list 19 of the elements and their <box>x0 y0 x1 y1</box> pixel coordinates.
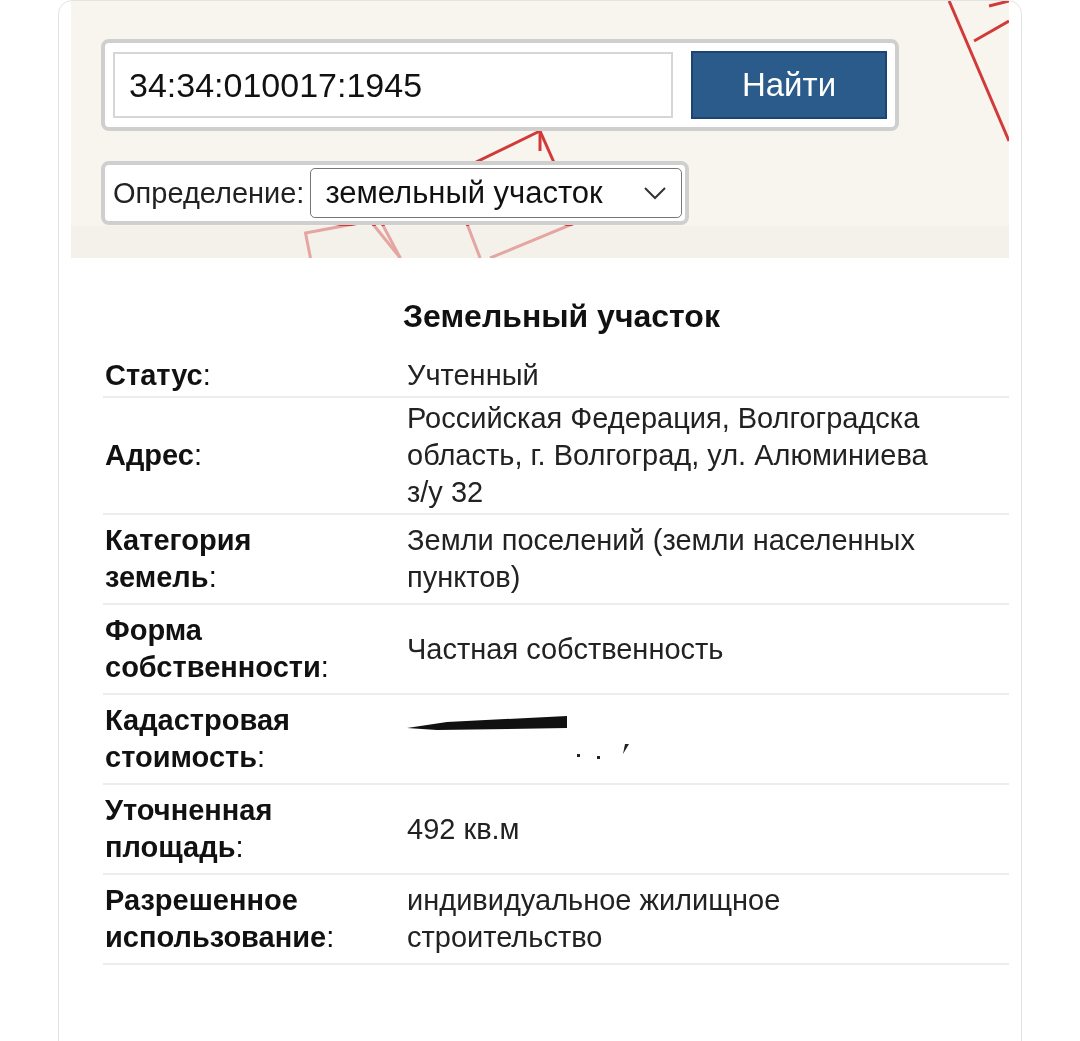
field-label: Разрешенное использование: <box>105 883 336 955</box>
field-value: Земли поселений (земли населенных пунктов) <box>407 523 915 595</box>
field-value: Учтенный <box>407 358 539 393</box>
field-label: Кадастровая стоимость: <box>105 703 291 775</box>
field-value: индивидуальное жилищное строительство <box>407 883 781 955</box>
find-button[interactable]: Найти <box>691 51 887 119</box>
field-label: Статус: <box>105 358 212 393</box>
field-label: Адрес: <box>105 438 203 473</box>
field-value: 492 кв.м <box>407 811 520 847</box>
field-value: Российская Федерация, Волгоградска область, г. Волгоград, ул. Алюминиева з/у 32 <box>407 401 928 510</box>
field-value: Частная собственность <box>407 631 724 667</box>
chevron-icon <box>642 186 667 200</box>
card-title: Земельный участок <box>403 298 721 335</box>
field-label: Уточненная площадь: <box>105 793 274 865</box>
definition-label: Определение: <box>113 176 305 210</box>
field-label: Категория земель: <box>105 523 253 595</box>
definition-dropdown[interactable]: земельный участок <box>310 168 682 218</box>
field-label: Форма собственности: <box>105 613 330 685</box>
search-field[interactable]: 34:34:010017:1945 <box>113 52 673 118</box>
